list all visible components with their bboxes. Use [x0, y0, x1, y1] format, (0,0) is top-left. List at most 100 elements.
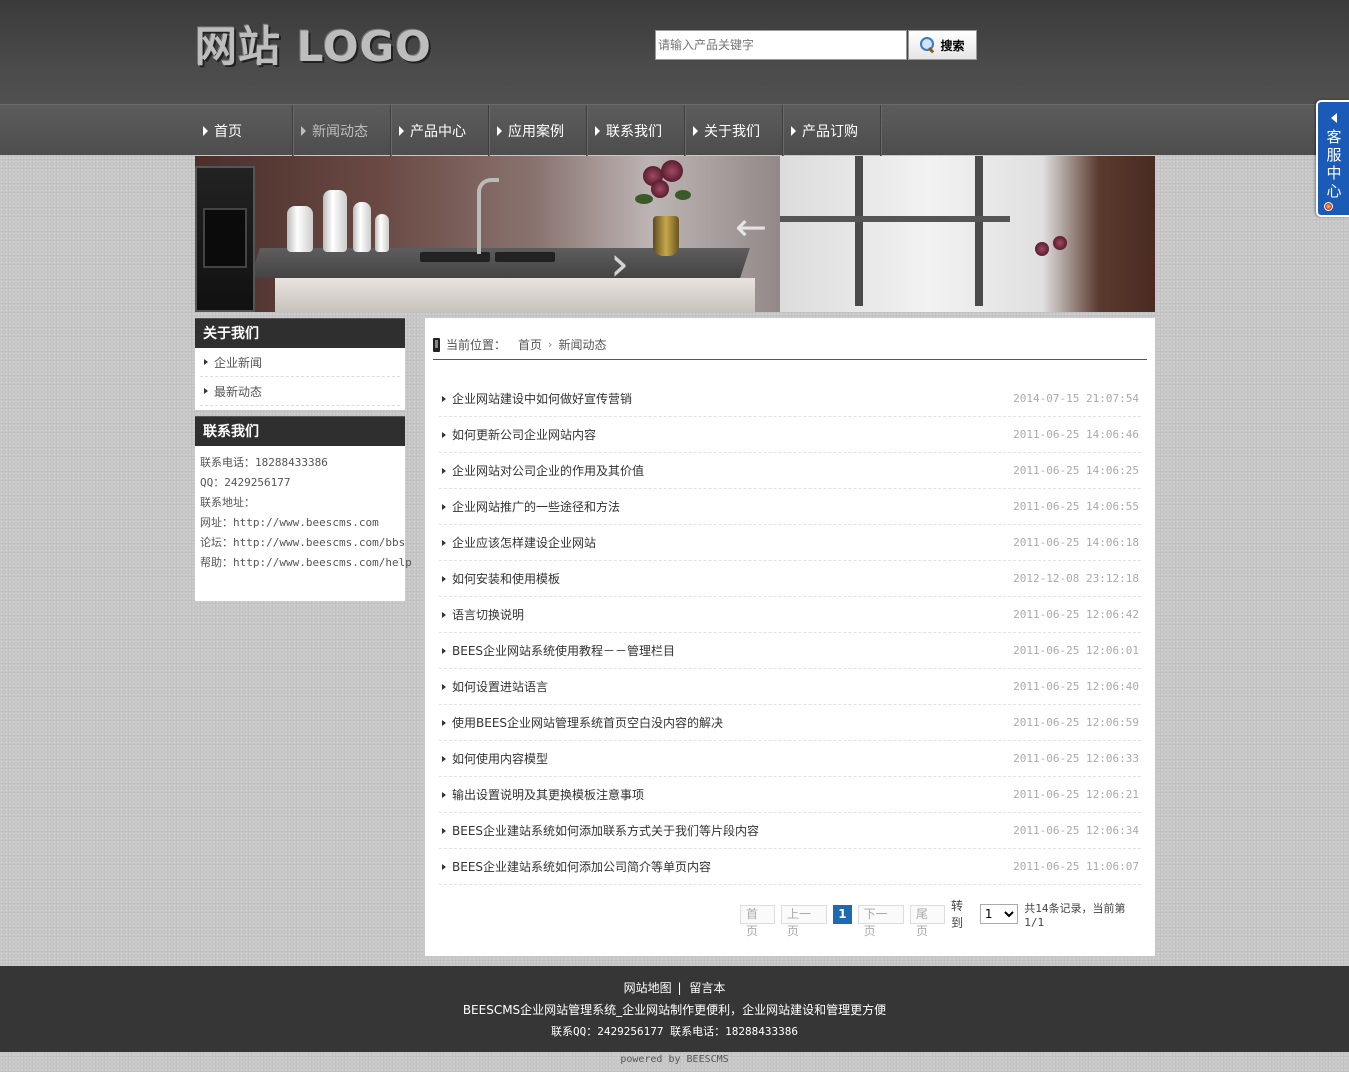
news-title[interactable]: 如何设置进站语言 — [452, 678, 548, 695]
news-date: 2011-06-25 12:06:01 — [1013, 644, 1139, 657]
site-logo[interactable]: 网站 LOGO — [195, 22, 432, 72]
news-row[interactable]: 企业网站建设中如何做好宣传营销 2014-07-15 21:07:54 — [439, 381, 1141, 417]
news-title[interactable]: BEES企业建站系统如何添加公司简介等单页内容 — [452, 858, 711, 875]
news-row[interactable]: 输出设置说明及其更换模板注意事项 2011-06-25 12:06:21 — [439, 777, 1141, 813]
footer-link-guestbook[interactable]: 留言本 — [689, 981, 725, 995]
sidebar-about-list: 企业新闻 最新动态 — [195, 348, 405, 406]
news-date: 2011-06-25 12:06:59 — [1013, 716, 1139, 729]
news-title-wrap: 企业网站推广的一些途径和方法 — [442, 498, 620, 515]
news-title-wrap: 如何使用内容模型 — [442, 750, 548, 767]
news-date: 2011-06-25 12:06:40 — [1013, 680, 1139, 693]
chevron-left-icon — [1331, 113, 1337, 123]
news-title-wrap: 企业网站对公司企业的作用及其价值 — [442, 462, 644, 479]
news-title-wrap: BEES企业网站系统使用教程－－管理栏目 — [442, 642, 675, 659]
caret-right-icon — [442, 647, 446, 654]
caret-right-icon — [442, 503, 446, 510]
news-row[interactable]: 如何设置进站语言 2011-06-25 12:06:40 — [439, 669, 1141, 705]
news-title[interactable]: 输出设置说明及其更换模板注意事项 — [452, 786, 644, 803]
sidebar-contact: 联系我们 联系电话：18288433386 QQ：2429256177 联系地址： 网… — [195, 416, 412, 601]
nav-item-label: 产品中心 — [410, 123, 466, 140]
search-icon — [920, 37, 936, 53]
news-row[interactable]: 企业网站推广的一些途径和方法 2011-06-25 14:06:55 — [439, 489, 1141, 525]
nav-item-label: 首页 — [214, 123, 242, 140]
sidebar-about: 关于我们 企业新闻最新动态 — [195, 318, 405, 410]
pager-last-button[interactable]: 尾页 — [909, 904, 945, 938]
nav-item-2[interactable]: 产品中心 — [391, 105, 489, 156]
sidebar-item-0[interactable]: 企业新闻 — [200, 348, 400, 377]
search-button[interactable]: 搜索 — [908, 30, 977, 60]
footer-link-sitemap[interactable]: 网站地图 — [624, 981, 672, 995]
news-date: 2011-06-25 12:06:21 — [1013, 788, 1139, 801]
customer-service-tab[interactable]: 客服中心 — [1316, 100, 1349, 217]
chevron-right-icon: › — [548, 338, 553, 351]
banner-prev-icon[interactable]: ← — [735, 208, 767, 246]
news-title-wrap: 输出设置说明及其更换模板注意事项 — [442, 786, 644, 803]
news-row[interactable]: 使用BEES企业网站管理系统首页空白没内容的解决 2011-06-25 12:06… — [439, 705, 1141, 741]
caret-right-icon — [442, 755, 446, 762]
pager-current-page[interactable]: 1 — [833, 904, 852, 924]
footer-contact: 联系QQ：2429256177 联系电话：18288433386 — [551, 1025, 798, 1038]
news-row[interactable]: 如何安装和使用模板 2012-12-08 23:12:18 — [439, 561, 1141, 597]
news-title[interactable]: 企业网站建设中如何做好宣传营销 — [452, 390, 632, 407]
pager-first-button[interactable]: 首页 — [740, 904, 775, 938]
news-row[interactable]: 如何使用内容模型 2011-06-25 12:06:33 — [439, 741, 1141, 777]
search-input[interactable] — [655, 30, 907, 60]
breadcrumb-home[interactable]: 首页 — [518, 336, 542, 353]
news-row[interactable]: BEES企业建站系统如何添加联系方式关于我们等片段内容 2011-06-25 12… — [439, 813, 1141, 849]
nav-item-6[interactable]: 产品订购 — [783, 105, 881, 156]
nav-item-label: 联系我们 — [606, 123, 662, 140]
news-row[interactable]: 如何更新公司企业网站内容 2011-06-25 14:06:46 — [439, 417, 1141, 453]
news-title[interactable]: BEES企业建站系统如何添加联系方式关于我们等片段内容 — [452, 822, 759, 839]
contact-line: 联系地址： — [200, 496, 255, 509]
pager-goto-select[interactable]: 1 — [979, 904, 1019, 924]
sidebar-item-label: 最新动态 — [214, 384, 263, 399]
main-content: 当前位置： 首页 › 新闻动态 企业网站建设中如何做好宣传营销 2014-07-1… — [425, 318, 1155, 956]
news-title-wrap: BEES企业建站系统如何添加公司简介等单页内容 — [442, 858, 711, 875]
caret-right-icon — [497, 125, 502, 136]
sidebar-item-1[interactable]: 最新动态 — [200, 377, 400, 406]
caret-right-icon — [442, 683, 446, 690]
caret-right-icon — [301, 125, 306, 136]
pager-prev-button[interactable]: 上一页 — [780, 904, 828, 938]
news-row[interactable]: 语言切换说明 2011-06-25 12:06:42 — [439, 597, 1141, 633]
caret-right-icon — [442, 395, 446, 402]
banner-next-icon[interactable]: › — [610, 240, 629, 288]
footer-slogan: BEESCMS企业网站管理系统_企业网站制作更便利，企业网站建设和管理更方便 — [462, 1003, 887, 1017]
news-title[interactable]: 如何更新公司企业网站内容 — [452, 426, 596, 443]
pager-next-button[interactable]: 下一页 — [857, 904, 904, 938]
nav-item-5[interactable]: 关于我们 — [685, 105, 783, 156]
sidebar-item-label: 企业新闻 — [214, 355, 263, 370]
news-date: 2011-06-25 14:06:55 — [1013, 500, 1139, 513]
news-title[interactable]: 企业网站对公司企业的作用及其价值 — [452, 462, 644, 479]
news-title-wrap: 使用BEES企业网站管理系统首页空白没内容的解决 — [442, 714, 723, 731]
news-title[interactable]: 使用BEES企业网站管理系统首页空白没内容的解决 — [452, 714, 723, 731]
news-date: 2011-06-25 14:06:18 — [1013, 536, 1139, 549]
nav-item-3[interactable]: 应用案例 — [489, 105, 587, 156]
caret-right-icon — [442, 575, 446, 582]
news-title[interactable]: 语言切换说明 — [452, 606, 524, 623]
news-row[interactable]: 企业应该怎样建设企业网站 2011-06-25 14:06:18 — [439, 525, 1141, 561]
news-title[interactable]: 如何安装和使用模板 — [452, 570, 560, 587]
contact-line: QQ：2429256177 — [200, 476, 291, 489]
news-title[interactable]: BEES企业网站系统使用教程－－管理栏目 — [452, 642, 675, 659]
news-row[interactable]: BEES企业网站系统使用教程－－管理栏目 2011-06-25 12:06:01 — [439, 633, 1141, 669]
breadcrumb-current[interactable]: 新闻动态 — [558, 336, 606, 353]
nav-item-4[interactable]: 联系我们 — [587, 105, 685, 156]
news-title[interactable]: 如何使用内容模型 — [452, 750, 548, 767]
news-title[interactable]: 企业网站推广的一些途径和方法 — [452, 498, 620, 515]
banner-image: › ← — [195, 156, 1155, 312]
caret-right-icon — [595, 125, 600, 136]
nav-item-label: 产品订购 — [802, 123, 858, 140]
news-row[interactable]: 企业网站对公司企业的作用及其价值 2011-06-25 14:06:25 — [439, 453, 1141, 489]
news-title[interactable]: 企业应该怎样建设企业网站 — [452, 534, 596, 551]
nav-item-1[interactable]: 新闻动态 — [293, 105, 391, 156]
caret-right-icon — [442, 863, 446, 870]
caret-right-icon — [399, 125, 404, 136]
news-title-wrap: 语言切换说明 — [442, 606, 524, 623]
sidebar-about-title: 关于我们 — [195, 318, 405, 348]
caret-right-icon — [442, 467, 446, 474]
site-footer: 网站地图 | 留言本 BEESCMS企业网站管理系统_企业网站制作更便利，企业网… — [0, 966, 1349, 1052]
nav-item-0[interactable]: 首页 — [195, 105, 293, 156]
news-row[interactable]: BEES企业建站系统如何添加公司简介等单页内容 2011-06-25 11:06:… — [439, 849, 1141, 885]
pager-goto-label: 转到 — [950, 899, 963, 930]
